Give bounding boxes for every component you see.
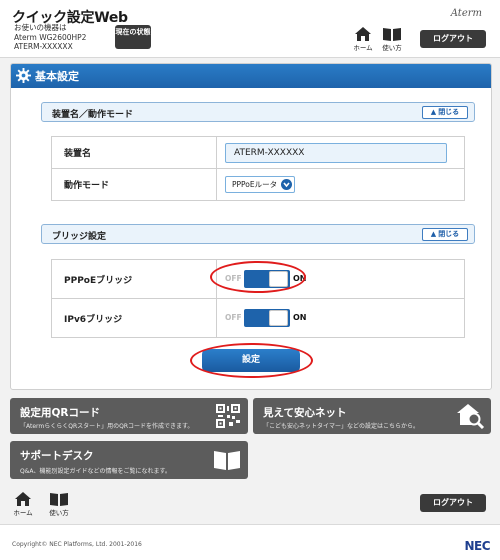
- basic-settings-panel: 基本設定 装置名／動作モード ▲ 閉じる 装置名 ATERM-XXXXXX 動作モ…: [10, 63, 492, 390]
- copyright-text: Copyright© NEC Platforms, Ltd. 2001-2016: [12, 541, 142, 548]
- home-nav-button[interactable]: ホーム: [350, 27, 376, 52]
- chevron-down-icon: [281, 179, 292, 190]
- toggle-on-label: ON: [293, 313, 307, 322]
- bridge-close-button[interactable]: ▲ 閉じる: [422, 228, 468, 241]
- support-tile-desc: Q&A、機能別設定ガイドなどの情報をご覧になれます。: [20, 468, 171, 475]
- close-label: 閉じる: [438, 108, 460, 116]
- panel-title-bar: 基本設定: [11, 64, 491, 88]
- toggle-knob: [269, 310, 288, 326]
- home-icon: [355, 27, 371, 41]
- chevron-up-icon: ▲: [430, 230, 437, 238]
- support-desk-tile[interactable]: サポートデスク Q&A、機能別設定ガイドなどの情報をご覧になれます。: [10, 441, 248, 479]
- footer-manual-button[interactable]: 使い方: [46, 492, 72, 517]
- highlight-ellipse: [210, 261, 306, 293]
- qr-tile-desc: 「AtermらくらくQRスタート」用のQRコードを作成できます。: [20, 423, 194, 430]
- gear-icon: [16, 68, 31, 83]
- footer-manual-label: 使い方: [49, 509, 69, 517]
- nec-logo: NEC: [464, 539, 490, 553]
- aterm-logo: Aterm: [450, 8, 482, 19]
- home-icon: [15, 492, 31, 506]
- pppoe-bridge-label: PPPoEブリッジ: [51, 259, 217, 299]
- logout-button[interactable]: ログアウト: [420, 30, 486, 48]
- qr-tile-title: 設定用QRコード: [20, 407, 101, 419]
- device-name-label: 装置名: [51, 136, 217, 169]
- device-info: お使いの機器は Aterm WG2600HP2 ATERM-XXXXXX: [14, 23, 86, 52]
- current-status-button[interactable]: 現在の状態: [115, 25, 151, 49]
- book-icon: [383, 28, 401, 41]
- table-row: IPv6ブリッジ OFF ON: [51, 298, 465, 338]
- device-mode-section-header: 装置名／動作モード ▲ 閉じる: [41, 102, 475, 122]
- book-icon: [214, 451, 240, 470]
- device-label: お使いの機器は: [14, 23, 67, 32]
- operation-mode-value: PPPoEルータ: [232, 180, 278, 189]
- close-label: 閉じる: [438, 230, 460, 238]
- footer-nav: ホーム 使い方 ログアウト: [0, 486, 500, 524]
- safety-tile-title: 見えて安心ネット: [263, 407, 347, 419]
- footer-logout-button[interactable]: ログアウト: [420, 494, 486, 512]
- toggle-off-label: OFF: [225, 313, 242, 322]
- support-tile-title: サポートデスク: [20, 450, 94, 462]
- table-row: 装置名 ATERM-XXXXXX: [51, 136, 465, 169]
- device-mode-table: 装置名 ATERM-XXXXXX 動作モード PPPoEルータ: [51, 136, 465, 201]
- safety-tile-desc: 「こども安心ネットタイマー」などの設定はこちらから。: [263, 423, 420, 430]
- highlight-ellipse: [190, 343, 313, 378]
- operation-mode-select[interactable]: PPPoEルータ: [225, 176, 295, 193]
- device-mode-section-label: 装置名／動作モード: [52, 110, 134, 120]
- table-row: 動作モード PPPoEルータ: [51, 168, 465, 201]
- chevron-up-icon: ▲: [430, 108, 437, 116]
- footer-home-label: ホーム: [13, 509, 33, 517]
- device-name: ATERM-XXXXXX: [14, 42, 73, 51]
- footer: Copyright© NEC Platforms, Ltd. 2001-2016…: [0, 524, 500, 560]
- device-mode-close-button[interactable]: ▲ 閉じる: [422, 106, 468, 119]
- ipv6-bridge-toggle[interactable]: OFF ON: [225, 309, 307, 327]
- operation-mode-label: 動作モード: [51, 168, 217, 201]
- footer-home-button[interactable]: ホーム: [10, 492, 36, 517]
- header: クイック設定Web お使いの機器は Aterm WG2600HP2 ATERM-…: [0, 0, 500, 58]
- bridge-section-header: ブリッジ設定 ▲ 閉じる: [41, 224, 475, 244]
- panel-title: 基本設定: [35, 70, 79, 83]
- qr-code-tile[interactable]: 設定用QRコード 「AtermらくらくQRスタート」用のQRコードを作成できます…: [10, 398, 248, 434]
- ipv6-bridge-label: IPv6ブリッジ: [51, 298, 217, 338]
- book-icon: [50, 493, 68, 506]
- device-name-input[interactable]: ATERM-XXXXXX: [225, 142, 447, 163]
- safety-net-tile[interactable]: 見えて安心ネット 「こども安心ネットタイマー」などの設定はこちらから。: [253, 398, 491, 434]
- bridge-section-label: ブリッジ設定: [52, 232, 107, 242]
- manual-nav-label: 使い方: [382, 44, 402, 52]
- device-model: Aterm WG2600HP2: [14, 32, 87, 42]
- manual-nav-button[interactable]: 使い方: [379, 27, 405, 52]
- home-nav-label: ホーム: [353, 44, 373, 52]
- house-search-icon: [457, 404, 485, 429]
- qr-code-icon: [216, 404, 240, 428]
